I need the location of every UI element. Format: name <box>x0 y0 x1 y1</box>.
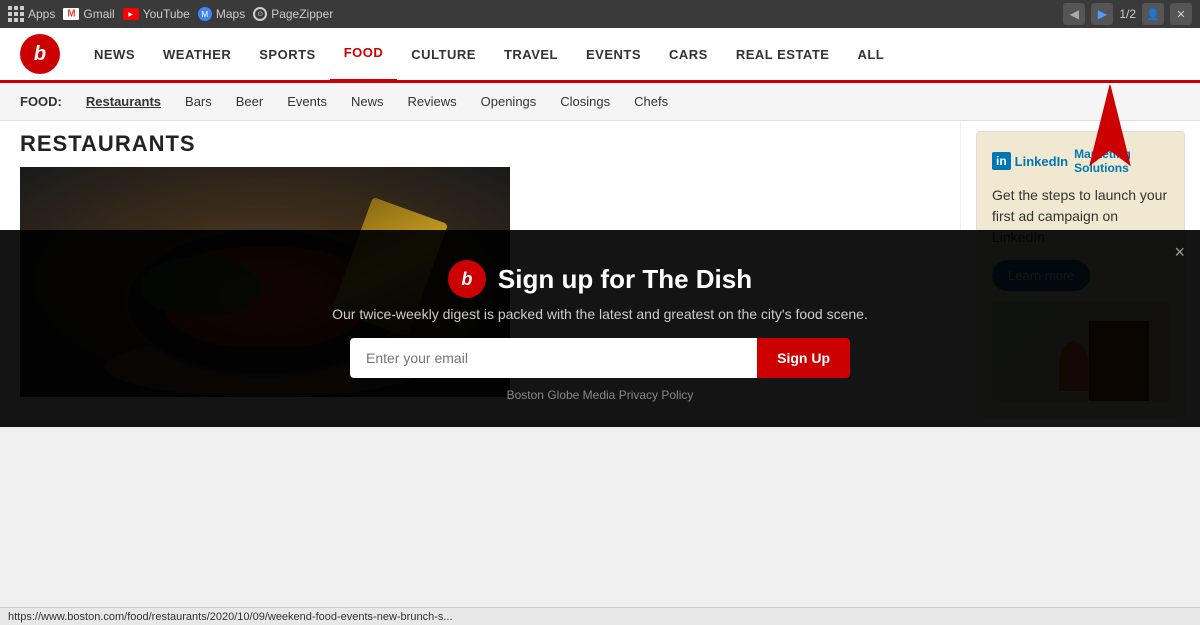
browser-toolbar: Apps Gmail YouTube M Maps ⊙ PageZipper ◀… <box>0 0 1200 28</box>
overlay-content: b Sign up for The Dish Our twice-weekly … <box>250 260 950 402</box>
apps-label: Apps <box>28 7 55 21</box>
privacy-policy-link[interactable]: Boston Globe Media Privacy Policy <box>507 388 694 402</box>
overlay-title: Sign up for The Dish <box>498 264 752 295</box>
status-url: https://www.boston.com/food/restaurants/… <box>8 611 453 623</box>
nav-all[interactable]: ALL <box>843 27 898 82</box>
forward-button[interactable]: ▶ <box>1091 3 1113 25</box>
sub-nav-restaurants[interactable]: Restaurants <box>76 90 171 113</box>
overlay-logo: b <box>448 260 486 298</box>
sub-nav-openings[interactable]: Openings <box>471 90 547 113</box>
page-counter: 1/2 <box>1119 7 1136 21</box>
apps-item[interactable]: Apps <box>8 6 55 22</box>
toolbar-left: Apps Gmail YouTube M Maps ⊙ PageZipper <box>8 6 1053 22</box>
sub-nav-chefs[interactable]: Chefs <box>624 90 678 113</box>
nav-events[interactable]: EVENTS <box>572 27 655 82</box>
sub-nav: FOOD: Restaurants Bars Beer Events News … <box>0 83 1200 121</box>
ext-btn-user[interactable]: 👤 <box>1142 3 1164 25</box>
maps-item[interactable]: M Maps <box>198 7 245 21</box>
toolbar-right: ◀ ▶ 1/2 👤 ✕ <box>1063 3 1192 25</box>
overlay-logo-letter: b <box>461 269 472 290</box>
nav-travel[interactable]: TRAVEL <box>490 27 572 82</box>
linkedin-logo-text: LinkedIn <box>1015 154 1068 169</box>
email-input[interactable] <box>350 338 757 378</box>
newsletter-overlay: × b Sign up for The Dish Our twice-weekl… <box>0 230 1200 427</box>
sub-nav-beer[interactable]: Beer <box>226 90 273 113</box>
nav-sports[interactable]: SPORTS <box>245 27 329 82</box>
site-logo[interactable]: b <box>20 34 60 74</box>
overlay-description: Our twice-weekly digest is packed with t… <box>332 306 868 322</box>
overlay-header: b Sign up for The Dish <box>448 260 752 298</box>
youtube-item[interactable]: YouTube <box>123 7 190 21</box>
site-header: b NEWS WEATHER SPORTS FOOD CULTURE TRAVE… <box>0 28 1200 83</box>
sub-nav-events[interactable]: Events <box>277 90 337 113</box>
apps-icon <box>8 6 24 22</box>
pagezipper-icon: ⊙ <box>253 7 267 21</box>
linkedin-logo: in LinkedIn <box>992 152 1068 170</box>
nav-news[interactable]: NEWS <box>80 27 149 82</box>
page-content: b NEWS WEATHER SPORTS FOOD CULTURE TRAVE… <box>0 28 1200 427</box>
back-button[interactable]: ◀ <box>1063 3 1085 25</box>
status-bar: https://www.boston.com/food/restaurants/… <box>0 607 1200 625</box>
nav-food[interactable]: FOOD <box>330 27 398 82</box>
nav-cars[interactable]: CARS <box>655 27 722 82</box>
gmail-label: Gmail <box>83 7 114 21</box>
gmail-icon <box>63 8 79 20</box>
gmail-item[interactable]: Gmail <box>63 7 114 21</box>
youtube-icon <box>123 8 139 20</box>
sub-nav-bars[interactable]: Bars <box>175 90 222 113</box>
nav-weather[interactable]: WEATHER <box>149 27 245 82</box>
sub-nav-reviews[interactable]: Reviews <box>398 90 467 113</box>
main-nav: NEWS WEATHER SPORTS FOOD CULTURE TRAVEL … <box>80 27 1180 82</box>
pagezipper-label: PageZipper <box>271 7 333 21</box>
linkedin-logo-box: in <box>992 152 1011 170</box>
sub-nav-label: FOOD: <box>20 94 62 109</box>
nav-real-estate[interactable]: REAL ESTATE <box>722 27 844 82</box>
page-heading: RESTAURANTS <box>20 131 940 157</box>
signup-button[interactable]: Sign Up <box>757 338 850 378</box>
nav-culture[interactable]: CULTURE <box>397 27 490 82</box>
pagezipper-item[interactable]: ⊙ PageZipper <box>253 7 333 21</box>
overlay-form: Sign Up <box>350 338 850 378</box>
maps-icon: M <box>198 7 212 21</box>
linkedin-header: in LinkedIn Marketing Solutions <box>992 147 1169 175</box>
sub-nav-news[interactable]: News <box>341 90 394 113</box>
youtube-label: YouTube <box>143 7 190 21</box>
linkedin-subtitle: Marketing Solutions <box>1074 147 1169 175</box>
ext-btn-close[interactable]: ✕ <box>1170 3 1192 25</box>
sub-nav-closings[interactable]: Closings <box>550 90 620 113</box>
overlay-close-button[interactable]: × <box>1174 242 1185 263</box>
site-logo-letter: b <box>34 43 46 66</box>
maps-label: Maps <box>216 7 245 21</box>
